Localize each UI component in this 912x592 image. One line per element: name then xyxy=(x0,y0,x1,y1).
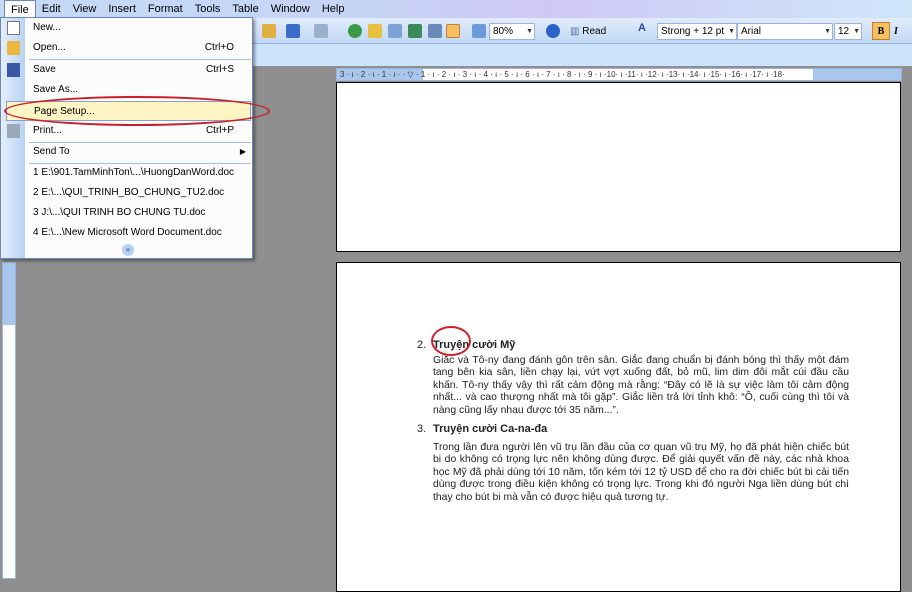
menu-bar: File Edit View Insert Format Tools Table… xyxy=(0,0,912,18)
menu-item-send-to[interactable]: Send To ▶ xyxy=(1,142,252,162)
tables-borders-icon[interactable] xyxy=(368,24,382,38)
menu-item-new[interactable]: New... xyxy=(1,18,252,38)
new-document-icon xyxy=(7,21,20,35)
styles-icon[interactable]: A xyxy=(638,22,652,36)
font-value: Arial xyxy=(741,26,762,37)
page-1 xyxy=(336,82,901,252)
menu-label: Send To xyxy=(33,146,70,157)
save-disk-icon xyxy=(7,63,20,77)
menu-file[interactable]: File xyxy=(4,0,36,18)
menu-item-save[interactable]: Save Ctrl+S xyxy=(1,60,252,80)
menu-item-open[interactable]: Open... Ctrl+O xyxy=(1,38,252,58)
recent-file-2[interactable]: 2 E:\...\QUI_TRINH_BO_CHUNG_TU2.doc xyxy=(1,183,252,203)
highlight-oval-annotation xyxy=(4,96,270,126)
shortcut: Ctrl+S xyxy=(205,64,234,75)
list-heading: 3. Truyện cười Ca-na-đa xyxy=(417,423,849,436)
menu-insert[interactable]: Insert xyxy=(102,0,142,18)
zoom-combo[interactable]: 80% ▼ xyxy=(489,23,535,40)
bold-button[interactable]: B xyxy=(872,22,890,40)
page-2[interactable]: 2. Truyện cười Mỹ Giắc và Tô-ny đang đánh… xyxy=(336,262,901,592)
document-body[interactable]: 2. Truyện cười Mỹ Giắc và Tô-ny đang đánh… xyxy=(417,335,849,504)
menu-label: Save xyxy=(33,64,56,75)
ruler-labels: 3 · ı · 2 · ı · 1 · ı · · ▽ · 1 · ı · 2 … xyxy=(340,70,785,79)
zoom-value: 80% xyxy=(493,26,514,37)
menu-label: Save As... xyxy=(33,84,79,95)
list-number: 2. xyxy=(417,339,427,351)
chevron-down-icon: ▼ xyxy=(526,28,533,35)
read-label: Read xyxy=(582,25,607,37)
menu-label: New... xyxy=(33,22,61,33)
format-painter-icon[interactable] xyxy=(262,24,276,38)
drawing-icon[interactable] xyxy=(446,24,460,38)
read-button[interactable]: ▥ Read xyxy=(570,22,606,40)
style-value: Strong + 12 pt xyxy=(661,26,725,37)
printer-icon xyxy=(7,124,20,138)
menu-window[interactable]: Window xyxy=(265,0,316,18)
list-number: 3. xyxy=(417,423,427,435)
menu-label: Open... xyxy=(33,42,66,53)
open-folder-icon xyxy=(7,41,20,55)
chevron-down-icon: ▼ xyxy=(853,28,860,35)
chevron-down-icon: ▼ xyxy=(824,28,831,35)
columns-icon[interactable] xyxy=(428,24,442,38)
ruler-margin-right xyxy=(813,69,901,80)
menu-table[interactable]: Table xyxy=(226,0,264,18)
font-combo[interactable]: Arial ▼ xyxy=(737,23,833,40)
menu-format[interactable]: Format xyxy=(142,0,189,18)
menu-help[interactable]: Help xyxy=(316,0,351,18)
undo-icon[interactable] xyxy=(286,24,300,38)
list-heading: 2. Truyện cười Mỹ xyxy=(417,339,849,352)
help-icon[interactable] xyxy=(546,24,560,38)
menu-edit[interactable]: Edit xyxy=(36,0,67,18)
redo-icon[interactable] xyxy=(314,24,328,38)
font-size-value: 12 xyxy=(838,26,850,37)
file-menu: New... Open... Ctrl+O Save Ctrl+S Save As.… xyxy=(0,17,253,259)
recent-file-1[interactable]: 1 E:\901.TamMinhTon\...\HuongDanWord.doc xyxy=(1,163,252,183)
paragraph: Trong lần đưa người lên vũ trụ lần đầu c… xyxy=(433,441,849,503)
hyperlink-icon[interactable] xyxy=(348,24,362,38)
insert-excel-icon[interactable] xyxy=(408,24,422,38)
shortcut: Ctrl+O xyxy=(204,42,234,53)
shortcut: Ctrl+P xyxy=(205,125,234,136)
horizontal-ruler[interactable]: 3 · ı · 2 · ı · 1 · ı · · ▽ · 1 · ı · 2 … xyxy=(336,68,902,81)
style-combo[interactable]: Strong + 12 pt ▼ xyxy=(657,23,737,40)
recent-file-4[interactable]: 4 E:\...\New Microsoft Word Document.doc xyxy=(1,223,252,243)
chevron-down-icon: ▼ xyxy=(728,28,735,35)
submenu-arrow-icon: ▶ xyxy=(239,147,246,156)
document-map-icon[interactable] xyxy=(472,24,486,38)
italic-button[interactable]: I xyxy=(894,22,898,40)
insert-table-icon[interactable] xyxy=(388,24,402,38)
font-size-combo[interactable]: 12 ▼ xyxy=(834,23,862,40)
paragraph: Giắc và Tô-ny đang đánh gôn trên sân. Gi… xyxy=(433,354,849,416)
highlight-circle-annotation xyxy=(431,326,471,356)
heading-text: Truyện cười Ca-na-đa xyxy=(433,423,548,435)
recent-file-3[interactable]: 3 J:\...\QUI TRINH BO CHUNG TU.doc xyxy=(1,203,252,223)
ruler-margin-top xyxy=(3,263,15,325)
vertical-ruler[interactable] xyxy=(2,262,16,579)
menu-tools[interactable]: Tools xyxy=(189,0,227,18)
menu-view[interactable]: View xyxy=(67,0,103,18)
book-icon: ▥ xyxy=(570,25,583,37)
menu-label: Print... xyxy=(33,125,62,136)
expand-menu-chevron-icon[interactable]: » xyxy=(122,244,134,256)
